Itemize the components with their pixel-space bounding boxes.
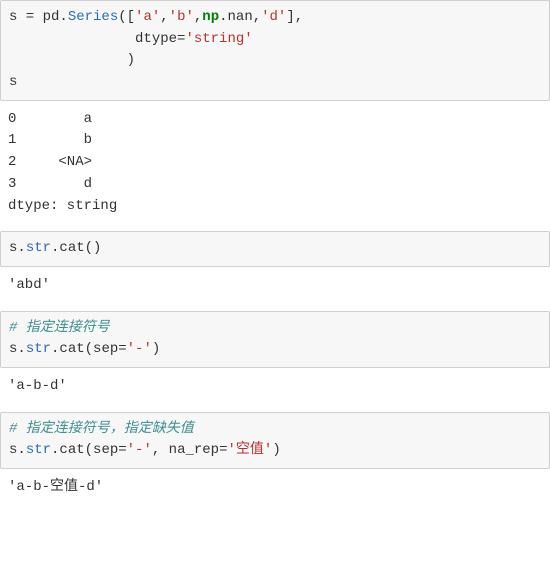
code-comment: # 指定连接符号 — [9, 320, 110, 336]
code-token: str — [26, 442, 51, 458]
notebook-cell-2: s.str.cat() 'abd' — [0, 231, 550, 306]
code-input-3[interactable]: # 指定连接符号 s.str.cat(sep='-') — [0, 311, 550, 368]
code-token: s. — [9, 442, 26, 458]
code-token: ) — [152, 341, 160, 357]
code-input-1[interactable]: s = pd.Series(['a','b',np.nan,'d'], dtyp… — [0, 0, 550, 101]
code-token: , na_rep= — [152, 442, 228, 458]
code-token: '空值' — [228, 442, 273, 458]
code-token: '-' — [127, 442, 152, 458]
code-token: np — [202, 9, 219, 25]
notebook-cell-3: # 指定连接符号 s.str.cat(sep='-') 'a-b-d' — [0, 311, 550, 408]
code-token: str — [26, 240, 51, 256]
code-token: ) — [9, 52, 135, 68]
code-token: ([ — [118, 9, 135, 25]
code-token: s — [9, 74, 17, 90]
code-token: .cat(sep= — [51, 442, 127, 458]
code-comment: # 指定连接符号，指定缺失值 — [9, 421, 194, 437]
code-token: 'a' — [135, 9, 160, 25]
code-token: 'string' — [185, 31, 252, 47]
code-output-2: 'abd' — [0, 267, 550, 307]
code-token: .nan, — [219, 9, 261, 25]
code-output-1: 0 a 1 b 2 <NA> 3 d dtype: string — [0, 101, 550, 227]
code-token: ) — [272, 442, 280, 458]
code-token: 'b' — [169, 9, 194, 25]
notebook-cell-4: # 指定连接符号，指定缺失值 s.str.cat(sep='-', na_rep… — [0, 412, 550, 509]
code-token: s. — [9, 240, 26, 256]
code-token: '-' — [127, 341, 152, 357]
code-token: s = pd. — [9, 9, 68, 25]
code-token: 'd' — [261, 9, 286, 25]
code-token: .cat(sep= — [51, 341, 127, 357]
code-token: , — [160, 9, 168, 25]
code-token: str — [26, 341, 51, 357]
code-input-2[interactable]: s.str.cat() — [0, 231, 550, 267]
code-token: .cat() — [51, 240, 101, 256]
code-output-3: 'a-b-d' — [0, 368, 550, 408]
code-token: dtype= — [9, 31, 185, 47]
code-token: Series — [68, 9, 118, 25]
notebook-cell-1: s = pd.Series(['a','b',np.nan,'d'], dtyp… — [0, 0, 550, 227]
code-token: s. — [9, 341, 26, 357]
code-token: ], — [286, 9, 303, 25]
code-output-4: 'a-b-空值-d' — [0, 469, 550, 509]
code-input-4[interactable]: # 指定连接符号，指定缺失值 s.str.cat(sep='-', na_rep… — [0, 412, 550, 469]
